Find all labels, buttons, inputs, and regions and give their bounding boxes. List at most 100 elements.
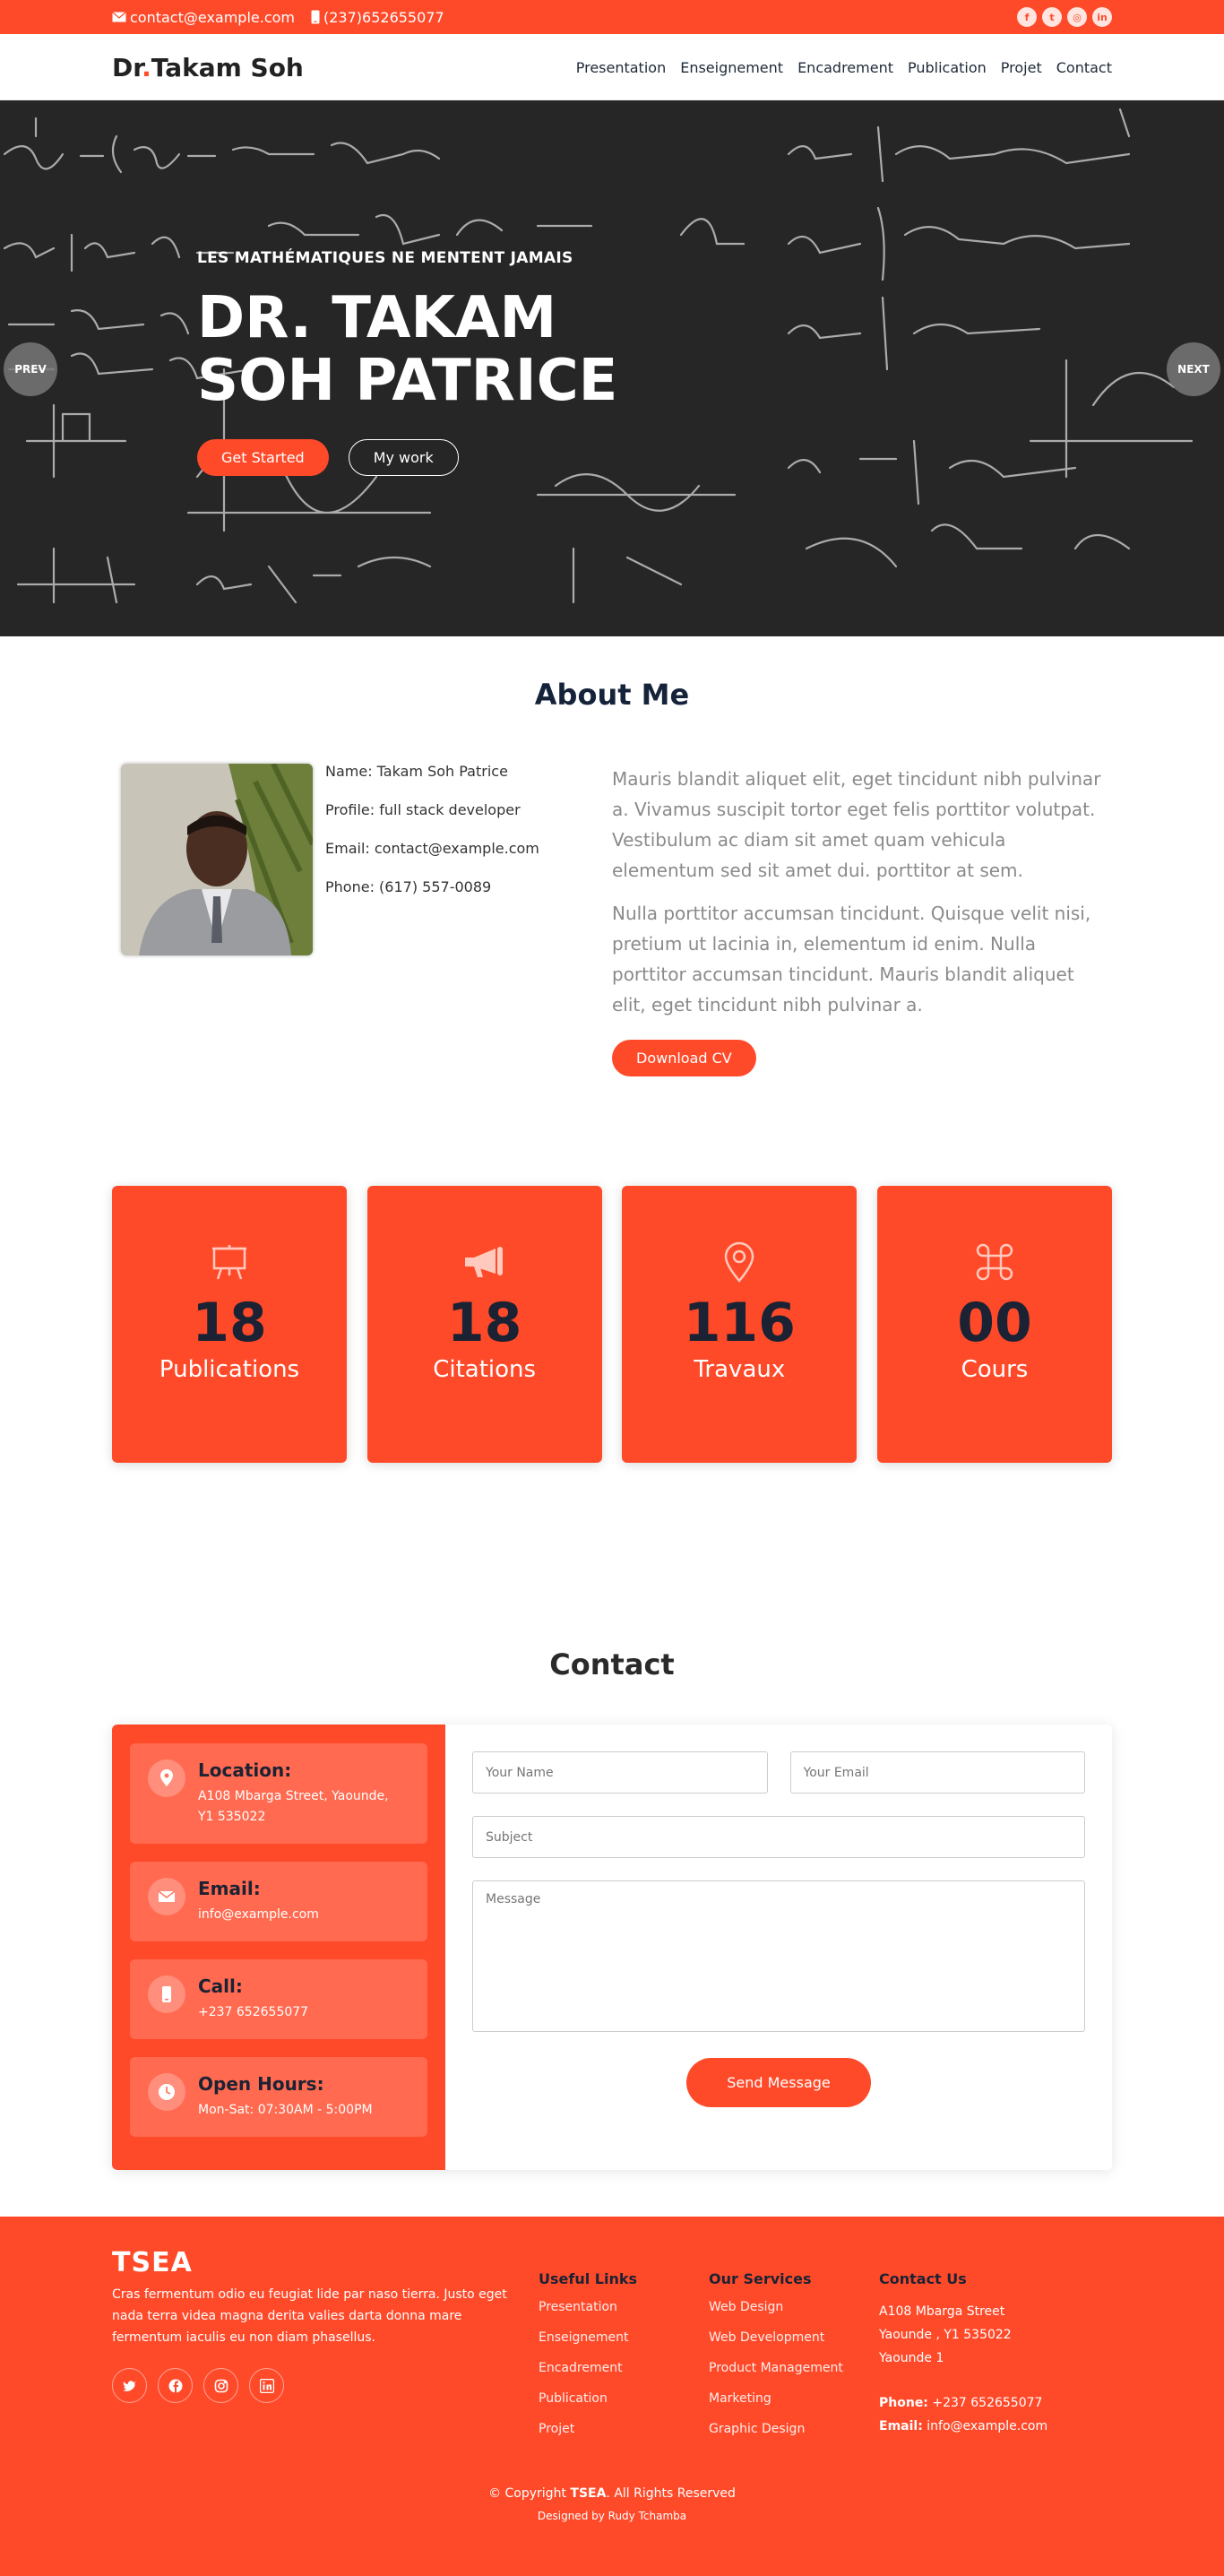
location-line1: A108 Mbarga Street, Yaounde, (198, 1789, 389, 1803)
footer-address1: A108 Mbarga Street (879, 2304, 1005, 2319)
email-title: Email: (198, 1878, 261, 1899)
get-started-button[interactable]: Get Started (197, 439, 329, 476)
location-title: Location: (198, 1759, 292, 1781)
hours-value: Mon-Sat: 07:30AM - 5:00PM (198, 2103, 373, 2117)
contact-title: Contact (549, 1647, 675, 1681)
logo-rest: Takam Soh (151, 52, 304, 82)
facebook-icon[interactable]: f (1017, 7, 1037, 27)
about-title: About Me (534, 678, 690, 712)
footer-useful-links: Useful Links Presentation Enseignement E… (539, 2247, 709, 2452)
footer-service-product-management[interactable]: Product Management (709, 2361, 879, 2375)
stat-card-citations: 18 Citations (366, 1186, 602, 1463)
footer-link-presentation[interactable]: Presentation (539, 2300, 709, 2314)
topbar-email[interactable]: contact@example.com (112, 9, 295, 26)
carousel-next-button[interactable]: NEXT (1167, 342, 1220, 396)
download-cv-button[interactable]: Download CV (612, 1040, 756, 1076)
contact-call: Call: +237 652655077 (130, 1959, 427, 2039)
contact-box: Location: A108 Mbarga Street, Yaounde, Y1… (112, 1725, 1112, 2170)
instagram-icon[interactable] (203, 2368, 238, 2403)
footer-link-enseignement[interactable]: Enseignement (539, 2330, 709, 2345)
contact-info-panel: Location: A108 Mbarga Street, Yaounde, Y1… (112, 1725, 445, 2170)
easel-icon (212, 1245, 246, 1280)
site-logo[interactable]: Dr.Takam Soh (112, 53, 304, 82)
hours-title: Open Hours: (198, 2073, 324, 2095)
clock-icon (159, 2084, 175, 2100)
email-input[interactable] (789, 1751, 1085, 1794)
hero-content: LES MATHÉMATIQUES NE MENTENT JAMAIS DR. … (197, 249, 617, 476)
carousel-prev-button[interactable]: PREV (4, 342, 57, 396)
send-message-button[interactable]: Send Message (686, 2058, 871, 2107)
command-icon (976, 1243, 1013, 1281)
email-value[interactable]: info@example.com (198, 1905, 319, 1925)
map-pin-icon (725, 1241, 754, 1283)
stat-card-cours: 00 Cours (876, 1186, 1112, 1463)
contact-section: Contact Location: A108 Mbarga Street, Ya… (0, 1640, 1224, 2217)
name-input[interactable] (472, 1751, 768, 1794)
about-paragraph-1: Mauris blandit aliquet elit, eget tincid… (612, 768, 1101, 881)
footer-link-publication[interactable]: Publication (539, 2391, 709, 2406)
contact-form: Send Message (445, 1725, 1112, 2170)
message-textarea[interactable] (472, 1880, 1085, 2032)
copyright-prefix: © Copyright (488, 2486, 566, 2501)
facebook-icon[interactable] (158, 2368, 193, 2403)
services-title: Our Services (709, 2270, 812, 2287)
footer-address3: Yaounde 1 (879, 2351, 944, 2365)
footer-service-web-development[interactable]: Web Development (709, 2330, 879, 2345)
instagram-icon[interactable]: ◎ (1067, 7, 1087, 27)
nav-publication[interactable]: Publication (908, 59, 987, 76)
stat-card-publications: 18 Publications (112, 1186, 347, 1463)
location-icon (160, 1769, 173, 1786)
nav-encadrement[interactable]: Encadrement (797, 59, 893, 76)
envelope-icon (112, 12, 126, 22)
footer-phone-value[interactable]: +237 652655077 (932, 2396, 1042, 2410)
main-nav: Presentation Enseignement Encadrement Pu… (576, 59, 1112, 76)
megaphone-icon (464, 1247, 503, 1277)
hero-title: DR. TAKAM SOH PATRICE (197, 287, 617, 412)
linkedin-icon[interactable] (249, 2368, 284, 2403)
stat-value: 18 (446, 1292, 522, 1354)
footer-phone-label: Phone: (879, 2396, 928, 2410)
logo-dot: . (142, 52, 151, 82)
my-work-button[interactable]: My work (348, 439, 459, 476)
top-bar: contact@example.com (237)652655077 f t ◎… (0, 0, 1224, 34)
subject-input[interactable] (472, 1816, 1085, 1858)
stat-label: Cours (961, 1356, 1029, 1383)
stats-section: 18 Publications 18 Citations 116 Travaux… (0, 1183, 1224, 1640)
contact-hours: Open Hours: Mon-Sat: 07:30AM - 5:00PM (130, 2057, 427, 2137)
location-line2: Y1 535022 (198, 1810, 266, 1824)
topbar-phone[interactable]: (237)652655077 (311, 9, 444, 26)
footer-service-graphic-design[interactable]: Graphic Design (709, 2422, 879, 2436)
footer-email-value[interactable]: info@example.com (927, 2419, 1047, 2433)
footer-services: Our Services Web Design Web Development … (709, 2247, 879, 2452)
stat-value: 18 (192, 1292, 267, 1354)
useful-links-title: Useful Links (539, 2270, 638, 2287)
phone-icon (311, 10, 320, 24)
footer-link-encadrement[interactable]: Encadrement (539, 2361, 709, 2375)
hero-carousel: LES MATHÉMATIQUES NE MENTENT JAMAIS DR. … (0, 100, 1224, 636)
twitter-icon[interactable]: t (1042, 7, 1062, 27)
stat-value: 00 (957, 1292, 1032, 1354)
stat-label: Travaux (694, 1356, 786, 1383)
site-footer: TSEA Cras fermentum odio eu feugiat lide… (0, 2217, 1224, 2576)
footer-link-projet[interactable]: Projet (539, 2422, 709, 2436)
nav-projet[interactable]: Projet (1001, 59, 1042, 76)
nav-presentation[interactable]: Presentation (576, 59, 666, 76)
nav-contact[interactable]: Contact (1056, 59, 1112, 76)
copyright: © Copyright TSEA. All Rights Reserved (112, 2486, 1112, 2501)
stat-value: 116 (683, 1292, 796, 1354)
linkedin-icon[interactable]: in (1092, 7, 1112, 27)
about-name: Name: Takam Soh Patrice (325, 763, 508, 780)
logo-first: Dr (112, 52, 142, 82)
call-value[interactable]: +237 652655077 (198, 2002, 308, 2023)
about-paragraph-2: Nulla porttitor accumsan tincidunt. Quis… (612, 903, 1091, 1016)
twitter-icon[interactable] (112, 2368, 147, 2403)
about-email: Email: contact@example.com (325, 840, 539, 857)
copyright-suffix: . All Rights Reserved (606, 2486, 736, 2501)
footer-about: Cras fermentum odio eu feugiat lide par … (112, 2287, 507, 2345)
nav-enseignement[interactable]: Enseignement (680, 59, 783, 76)
footer-service-marketing[interactable]: Marketing (709, 2391, 879, 2406)
footer-service-web-design[interactable]: Web Design (709, 2300, 879, 2314)
footer-address2: Yaounde , Y1 535022 (879, 2328, 1012, 2342)
stat-card-travaux: 116 Travaux (622, 1186, 858, 1463)
contact-location: Location: A108 Mbarga Street, Yaounde, Y1… (130, 1743, 427, 1844)
